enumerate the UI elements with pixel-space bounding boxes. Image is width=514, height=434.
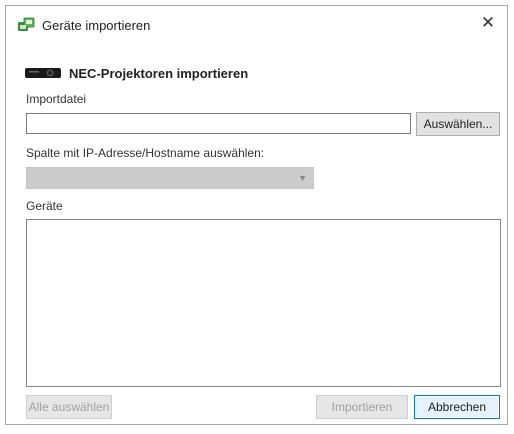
import-devices-dialog: Geräte importieren ✕ NEC-Projektoren imp…	[5, 5, 508, 425]
cancel-button[interactable]: Abbrechen	[414, 395, 500, 419]
column-select[interactable]: ▼	[26, 167, 314, 189]
column-select-label: Spalte mit IP-Adresse/Hostname auswählen…	[26, 146, 265, 160]
import-file-input[interactable]	[26, 113, 411, 134]
close-icon: ✕	[480, 13, 496, 32]
projector-icon	[25, 68, 61, 78]
import-button[interactable]: Importieren	[316, 395, 408, 419]
import-file-label: Importdatei	[26, 92, 87, 106]
chevron-down-icon: ▼	[298, 173, 307, 183]
devices-import-icon	[18, 17, 35, 31]
select-all-button[interactable]: Alle auswählen	[26, 395, 112, 419]
dialog-heading: NEC-Projektoren importieren	[69, 66, 249, 81]
devices-label: Geräte	[26, 199, 63, 213]
browse-button[interactable]: Auswählen...	[416, 112, 500, 136]
window-title: Geräte importieren	[42, 18, 151, 33]
title-bar: Geräte importieren ✕	[6, 6, 507, 42]
devices-list[interactable]	[26, 219, 501, 387]
close-button[interactable]: ✕	[469, 6, 507, 40]
